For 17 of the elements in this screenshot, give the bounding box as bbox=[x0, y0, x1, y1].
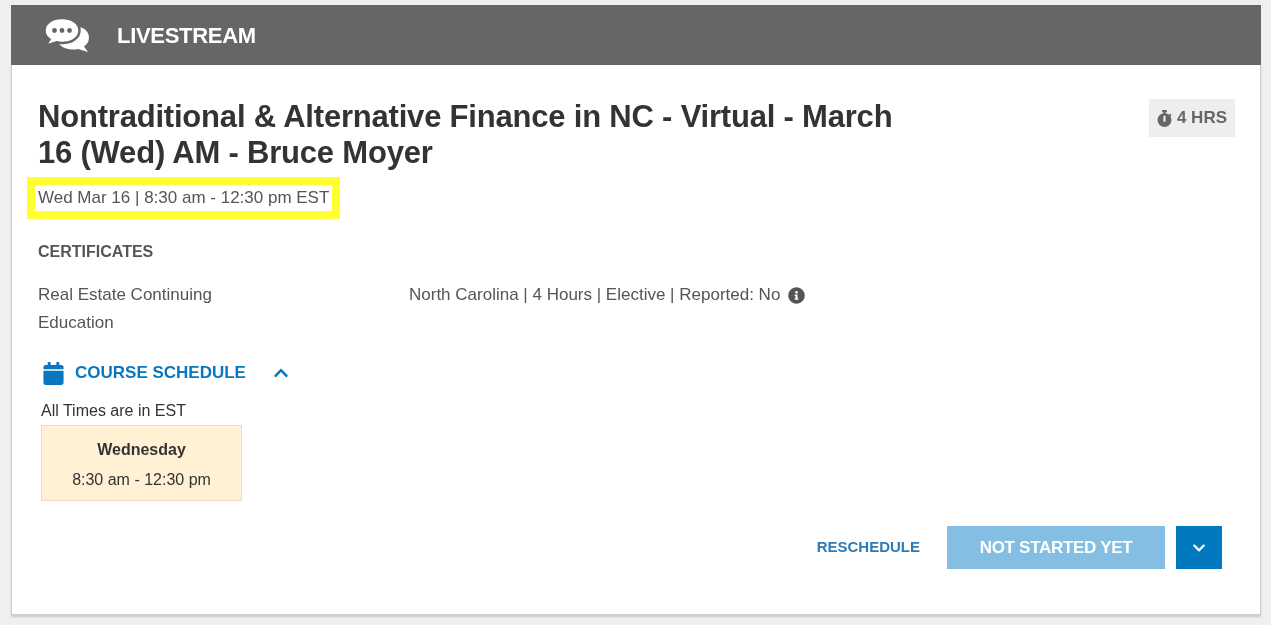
session-day: Wednesday bbox=[97, 438, 186, 462]
session-time: 8:30 am - 12:30 pm bbox=[72, 470, 211, 490]
date-time-text: Wed Mar 16 | 8:30 am - 12:30 pm EST bbox=[27, 177, 341, 219]
certificates-heading: CERTIFICATES bbox=[38, 242, 155, 262]
certificate-name: Real Estate Continuing Education bbox=[38, 284, 213, 334]
certificate-details: North Carolina | 4 Hours | Elective | Reported: No bbox=[409, 284, 781, 307]
chat-bubbles-icon bbox=[43, 17, 90, 53]
stopwatch-icon bbox=[1156, 109, 1172, 127]
course-schedule-toggle[interactable]: COURSE SCHEDULE bbox=[43, 360, 246, 386]
course-title: Nontraditional & Alternative Finance in NC - Virtual - March 16 (Wed) AM - Bruce Moyer bbox=[38, 99, 894, 171]
timezone-note: All Times are in EST bbox=[41, 401, 187, 421]
reschedule-link[interactable]: RESCHEDULE bbox=[816, 536, 920, 559]
info-icon[interactable] bbox=[788, 286, 806, 304]
header-title: LIVESTREAM bbox=[117, 21, 256, 50]
duration-text: 4 HRS bbox=[1176, 107, 1227, 130]
status-button: NOT STARTED YET bbox=[947, 526, 1165, 569]
calendar-icon bbox=[43, 361, 64, 385]
